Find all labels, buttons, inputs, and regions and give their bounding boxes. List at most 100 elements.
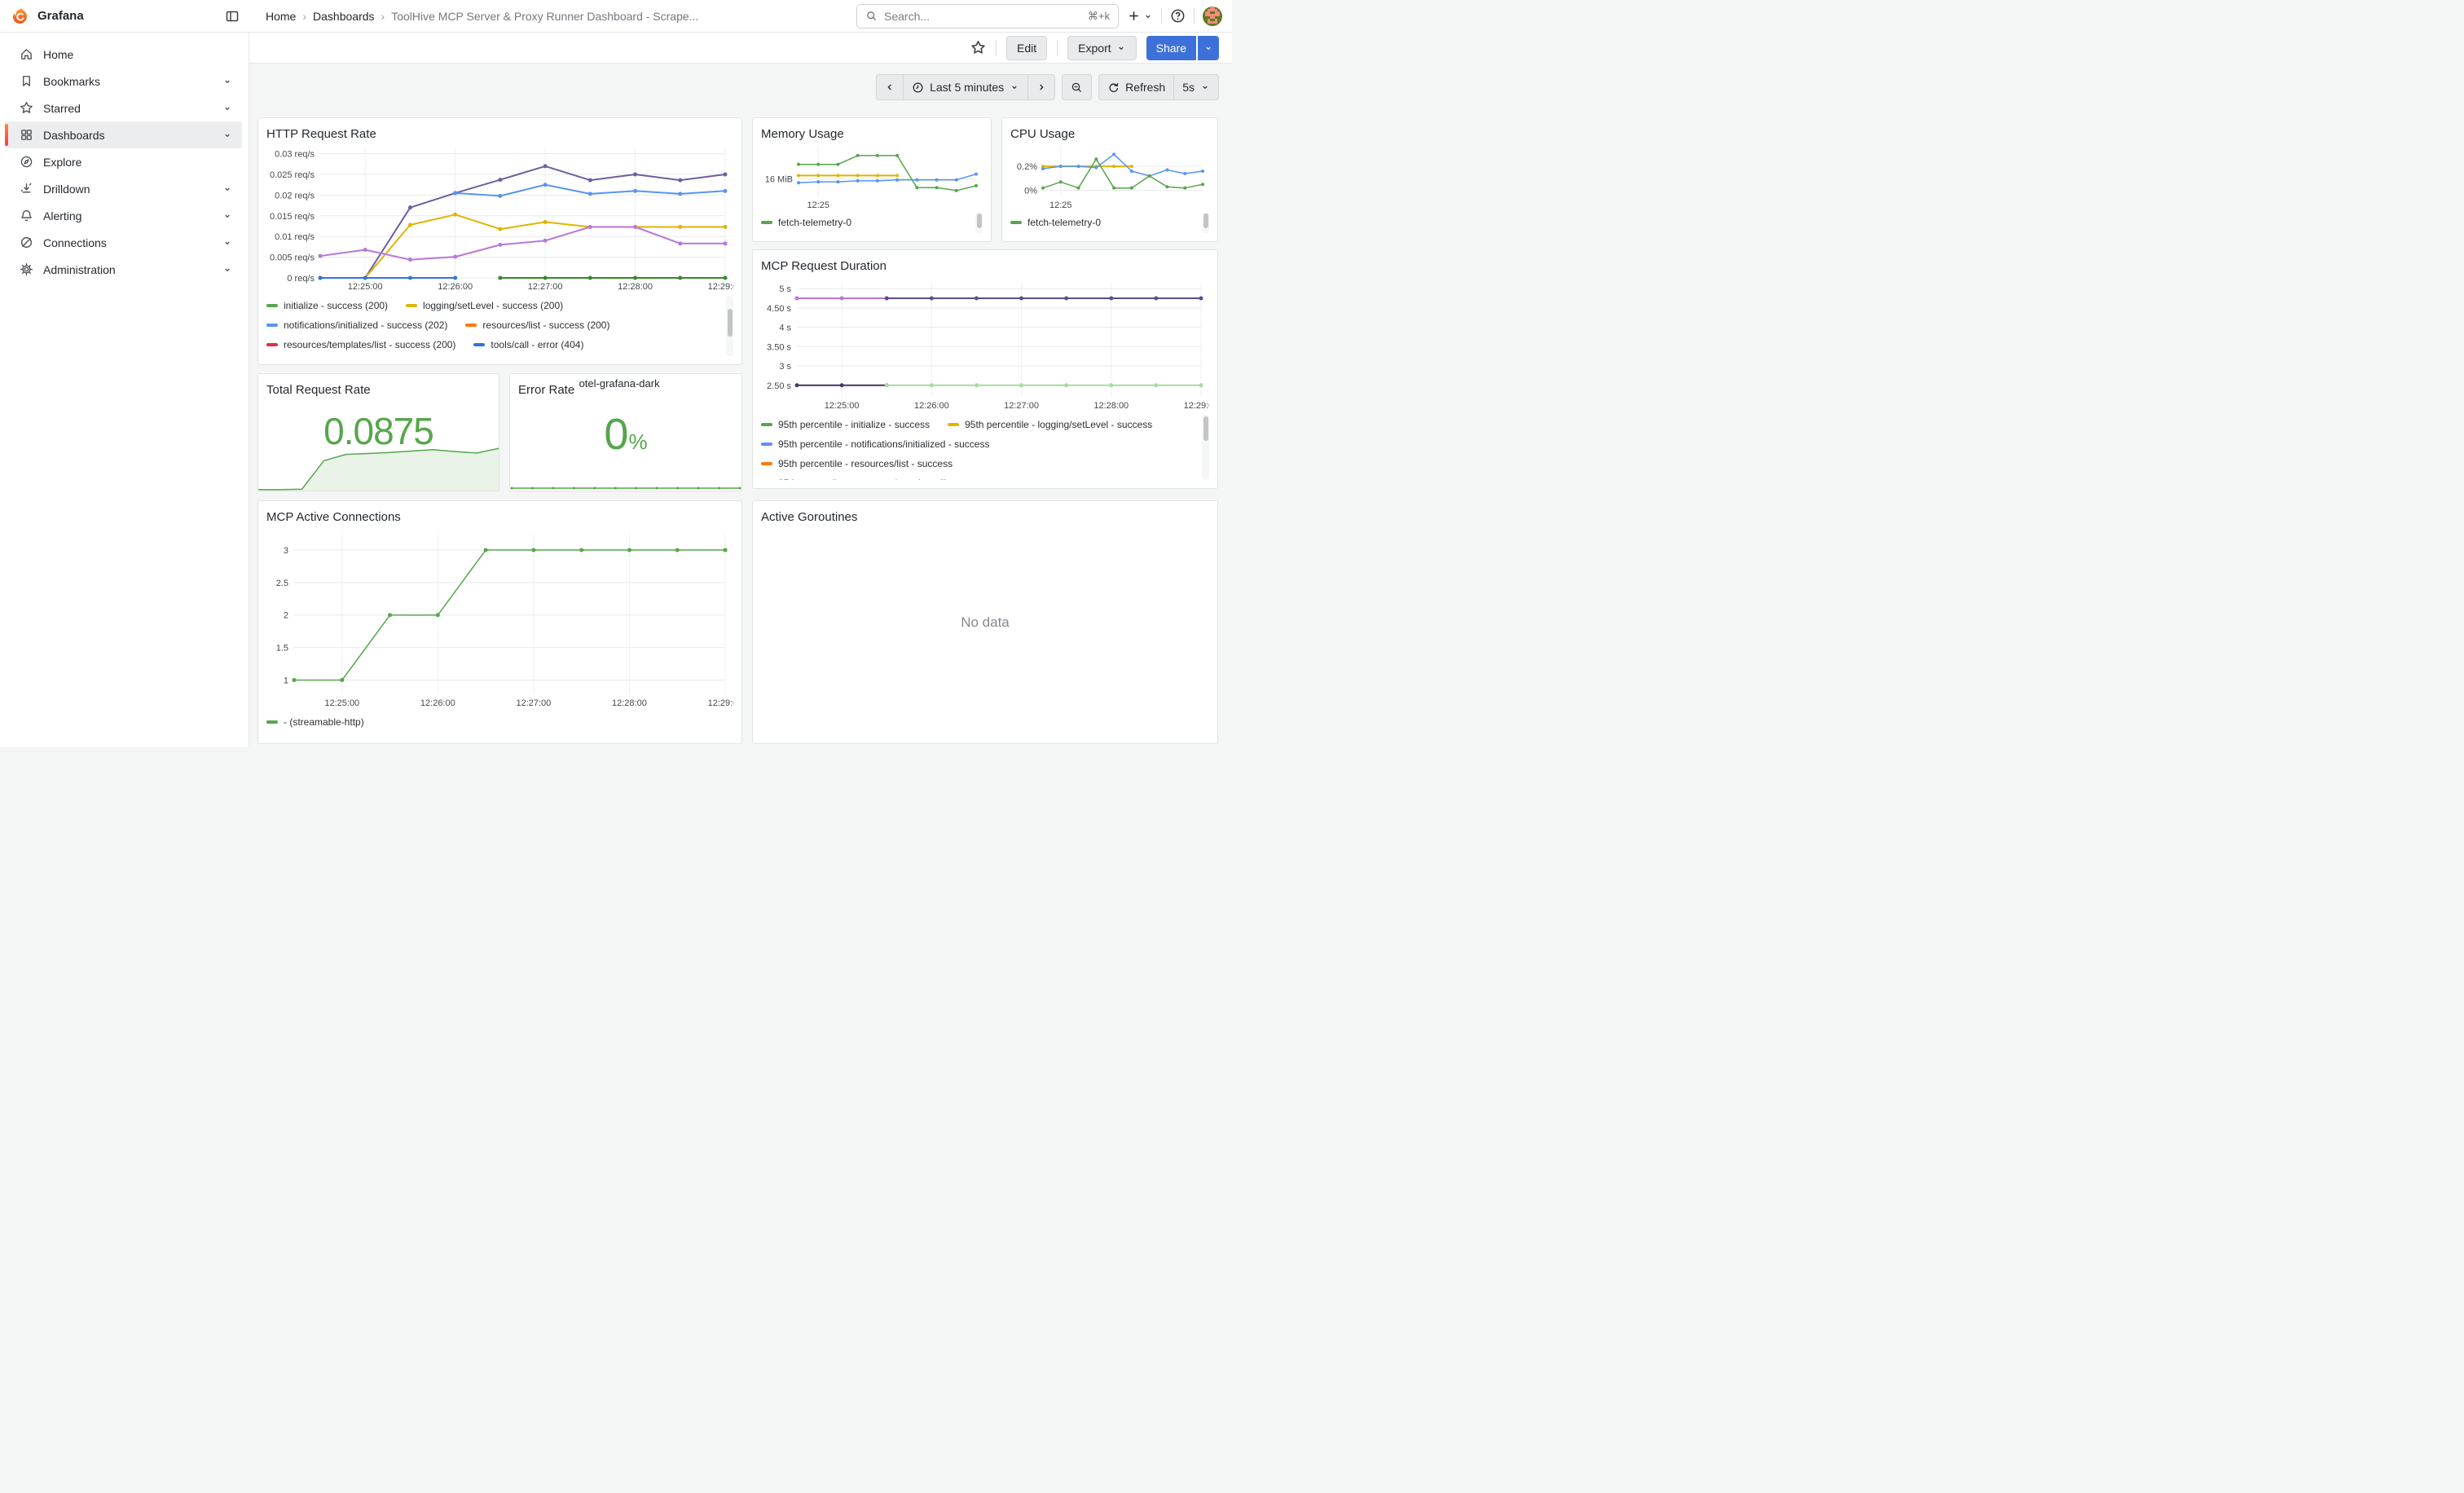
svg-text:0%: 0%	[1024, 187, 1037, 196]
actionbar-divider	[996, 40, 997, 56]
search-text-field[interactable]	[884, 10, 1081, 23]
legend-row: fetch-telemetry-0	[761, 213, 983, 232]
svg-text:0.005 req/s: 0.005 req/s	[270, 253, 315, 263]
chevron-down-icon	[1200, 82, 1210, 92]
refresh-interval-picker[interactable]: 5s	[1174, 74, 1219, 100]
dock-sidebar-icon[interactable]	[225, 9, 240, 24]
sidebar-item-bookmarks[interactable]: Bookmarks	[5, 68, 242, 95]
search-input[interactable]: ⌘+k	[856, 4, 1119, 29]
panel-title[interactable]: MCP Request Duration	[761, 258, 1209, 275]
svg-text:4.50 s: 4.50 s	[767, 304, 791, 314]
legend-label: - (streamable-http)	[284, 716, 364, 728]
legend-item[interactable]: 95th percentile - notifications/initiali…	[761, 438, 989, 450]
sidebar-item-label: Bookmarks	[43, 75, 100, 88]
legend-item[interactable]: 95th percentile - resources/list - succe…	[761, 458, 953, 469]
legend-item[interactable]: 95th percentile - logging/setLevel - suc…	[948, 419, 1152, 430]
svg-text:2.5: 2.5	[276, 579, 288, 588]
brand-zone: Grafana	[0, 0, 249, 32]
cpu-usage-chart[interactable]: 0.2%0%12:25	[1010, 143, 1209, 211]
chevron-down-icon[interactable]	[222, 77, 232, 86]
legend-item[interactable]: - (streamable-http)	[266, 716, 364, 728]
legend-item[interactable]: 95th percentile - initialize - success	[761, 419, 930, 430]
panel-mcp-active-connections: MCP Active Connections 11.522.5312:25:00…	[257, 500, 742, 744]
mcp-request-duration-chart[interactable]: 5 s4.50 s4 s3.50 s3 s2.50 s12:25:0012:26…	[761, 275, 1209, 413]
chevron-down-icon[interactable]	[222, 130, 232, 140]
refresh-button[interactable]: Refresh	[1098, 74, 1174, 100]
sidebar-item-explore[interactable]: Explore	[5, 148, 242, 175]
dashboard-action-bar: Edit Export Share	[249, 33, 1232, 64]
panel-title[interactable]: Total Request Rate	[266, 382, 491, 399]
legend-scrollbar-thumb[interactable]	[977, 214, 982, 228]
sidebar-item-alerting[interactable]: Alerting	[5, 202, 242, 229]
edit-button[interactable]: Edit	[1006, 36, 1047, 60]
chevron-down-icon[interactable]	[222, 211, 232, 221]
chevron-down-icon[interactable]	[222, 103, 232, 113]
legend-item[interactable]: resources/list - success (200)	[465, 319, 609, 331]
legend-label: 95th percentile - resources/list - succe…	[778, 458, 953, 469]
breadcrumb: Home › Dashboards › ToolHive MCP Server …	[249, 10, 698, 23]
zoom-out-time-button[interactable]	[1062, 74, 1092, 100]
legend-item[interactable]: fetch-telemetry-0	[761, 217, 851, 228]
sidebar-item-starred[interactable]: Starred	[5, 95, 242, 121]
panel-memory-usage: Memory Usage 16 MiB12:25 fetch-telemetry…	[752, 117, 992, 242]
time-range-picker[interactable]: Last 5 minutes	[904, 74, 1028, 100]
legend-item[interactable]: initialize - success (200)	[266, 300, 388, 311]
panel-title[interactable]: MCP Active Connections	[266, 509, 733, 526]
svg-text:12:29:00: 12:29:00	[1184, 401, 1209, 411]
sidebar-item-connections[interactable]: Connections	[5, 229, 242, 256]
share-options-button[interactable]	[1198, 36, 1219, 60]
share-button[interactable]: Share	[1146, 36, 1196, 60]
legend-item[interactable]: notifications/initialized - success (202…	[266, 319, 447, 331]
breadcrumb-home[interactable]: Home	[266, 10, 296, 23]
legend-label: 95th percentile - resources/templates/li…	[778, 478, 997, 480]
sidebar-item-drilldown[interactable]: Drilldown	[5, 175, 242, 202]
help-button[interactable]	[1170, 8, 1186, 24]
sidebar-item-home[interactable]: Home	[5, 41, 242, 68]
time-shift-back-button[interactable]	[876, 74, 904, 100]
sidebar-item-label: Connections	[43, 236, 107, 249]
panel-title[interactable]: CPU Usage	[1010, 126, 1209, 143]
legend-row: initialize - success (200) logging/setLev…	[266, 296, 733, 315]
legend-row: notifications/initialized - success (202…	[266, 315, 733, 335]
svg-text:0.01 req/s: 0.01 req/s	[275, 232, 315, 242]
time-shift-forward-button[interactable]	[1028, 74, 1055, 100]
legend-item[interactable]: tools/call - error (404)	[473, 339, 583, 350]
svg-text:3: 3	[284, 546, 288, 556]
svg-text:0.2%: 0.2%	[1017, 162, 1037, 172]
memory-usage-chart[interactable]: 16 MiB12:25	[761, 143, 983, 211]
legend-item[interactable]: logging/setLevel - success (200)	[406, 300, 563, 311]
memory-legend: fetch-telemetry-0	[761, 213, 983, 233]
chevron-down-icon[interactable]	[222, 238, 232, 248]
chevron-down-icon[interactable]	[222, 184, 232, 194]
svg-text:12:27:00: 12:27:00	[1004, 401, 1039, 411]
total-request-rate-value: 0.0875	[258, 409, 499, 453]
top-nav-bar: Grafana Home › Dashboards › ToolHive MCP…	[0, 0, 1232, 33]
sidebar-nav: Home Bookmarks Starred Dashboards	[0, 33, 249, 746]
chevron-down-icon	[1203, 43, 1213, 53]
legend-item[interactable]: resources/templates/list - success (200)	[266, 339, 455, 350]
legend-item[interactable]: 95th percentile - resources/templates/li…	[761, 478, 997, 480]
sidebar-item-administration[interactable]: Administration	[5, 256, 242, 283]
breadcrumb-dashboards[interactable]: Dashboards	[313, 10, 375, 23]
user-avatar[interactable]	[1203, 7, 1222, 26]
legend-scrollbar-thumb[interactable]	[1203, 416, 1208, 441]
panel-title[interactable]: HTTP Request Rate	[266, 126, 733, 143]
svg-text:1: 1	[284, 676, 288, 685]
panel-title[interactable]: Memory Usage	[761, 126, 983, 143]
new-button[interactable]	[1127, 9, 1153, 23]
legend-scrollbar-thumb[interactable]	[728, 309, 733, 337]
export-button[interactable]: Export	[1067, 36, 1136, 60]
sidebar-item-dashboards[interactable]: Dashboards	[5, 121, 242, 148]
panel-active-goroutines: Active Goroutines No data	[752, 500, 1218, 744]
legend-scrollbar-thumb[interactable]	[1203, 214, 1208, 228]
legend-item[interactable]: fetch-telemetry-0	[1010, 217, 1101, 228]
http-request-rate-chart[interactable]: 0 req/s0.005 req/s0.01 req/s0.015 req/s0…	[266, 143, 733, 294]
legend-label: resources/list - success (200)	[482, 319, 609, 331]
mcp-active-connections-chart[interactable]: 11.522.5312:25:0012:26:0012:27:0012:28:0…	[266, 526, 733, 711]
star-dashboard-button[interactable]	[970, 40, 986, 55]
svg-text:12:29:00: 12:29:00	[708, 698, 733, 708]
clock-icon	[912, 81, 924, 94]
legend-row: - (streamable-http)	[266, 712, 733, 732]
chevron-down-icon[interactable]	[222, 265, 232, 275]
svg-text:12:25:00: 12:25:00	[825, 401, 860, 411]
